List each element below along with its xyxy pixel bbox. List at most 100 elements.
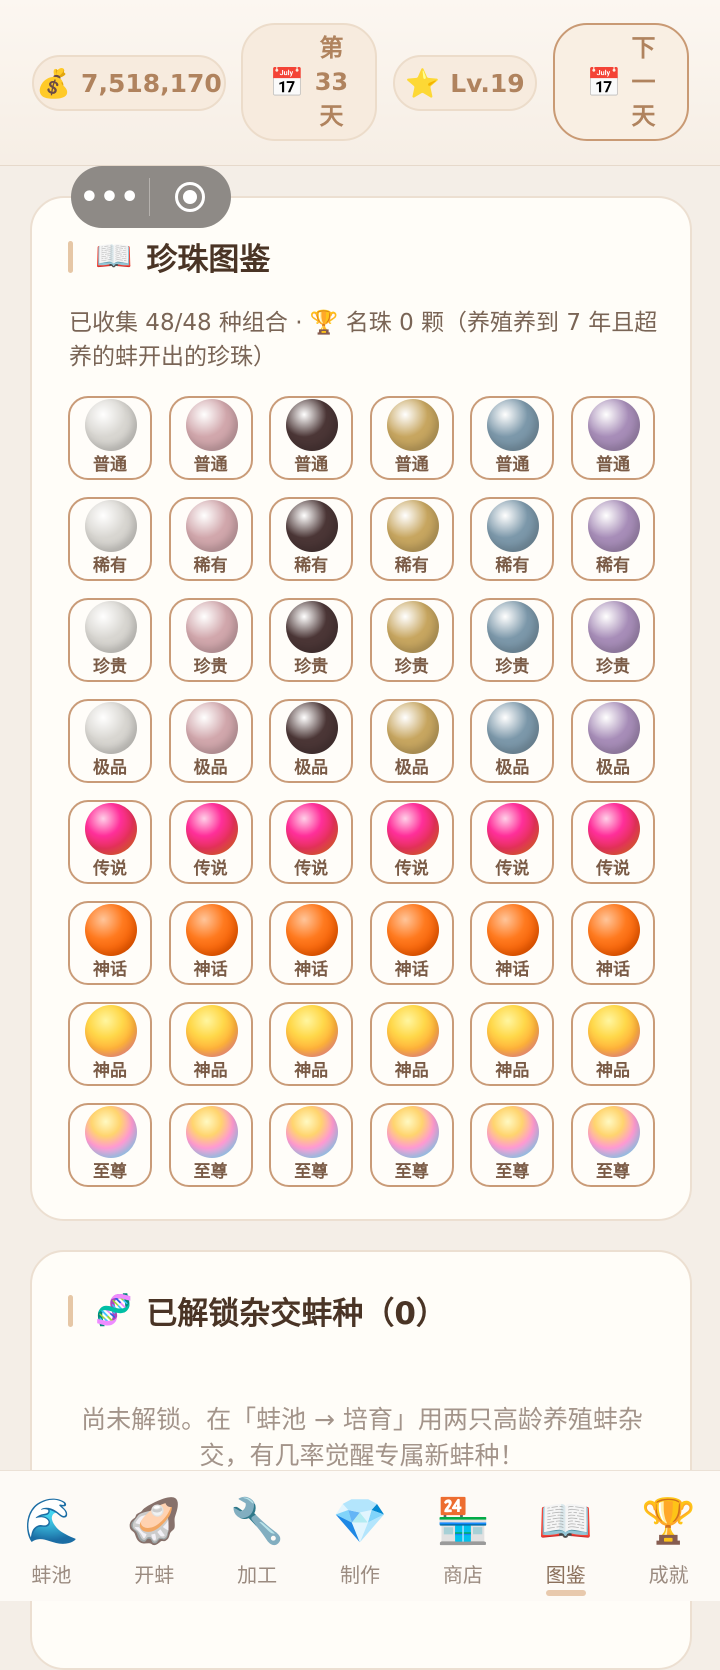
- pearl-cell[interactable]: 神话: [570, 901, 655, 985]
- nav-label: 加工: [237, 1563, 278, 1587]
- pearl-cell[interactable]: 神品: [269, 1002, 354, 1086]
- pearl-cell[interactable]: 神话: [168, 901, 253, 985]
- pearl-icon: [85, 399, 137, 451]
- pearl-cell[interactable]: 稀有: [570, 497, 655, 581]
- collection-summary: 已收集 48/48 种组合 · 🏆 名珠 0 颗（养殖养到 7 年且超养的蚌开出…: [69, 310, 658, 370]
- nav-icon: 🦪: [126, 1496, 182, 1547]
- pearl-cell[interactable]: 传说: [470, 800, 555, 884]
- pearl-cell[interactable]: 普通: [570, 396, 655, 480]
- pearl-icon: [185, 1106, 238, 1158]
- pearl-icon: [386, 399, 439, 451]
- pearl-tier-label: 普通: [294, 455, 329, 475]
- pearl-tier-label: 普通: [394, 455, 429, 475]
- pearl-tier-label: 稀有: [294, 556, 329, 576]
- more-menu-button[interactable]: •••: [71, 180, 149, 215]
- pearl-cell[interactable]: 神品: [369, 1002, 454, 1086]
- pearl-cell[interactable]: 神话: [470, 901, 555, 985]
- pearl-icon: [185, 1005, 238, 1057]
- pearl-cell[interactable]: 传说: [269, 800, 354, 884]
- player-level: ⭐ Lv.19: [393, 55, 537, 111]
- nav-item-1[interactable]: 🦪 开蚌: [103, 1471, 206, 1601]
- pearl-cell[interactable]: 极品: [168, 699, 253, 783]
- pearl-cell[interactable]: 传说: [369, 800, 454, 884]
- pearl-encyclopedia-card: 📖 珍珠图鉴 已收集 48/48 种组合 · 🏆 名珠 0 颗（养殖养到 7 年…: [30, 196, 692, 1221]
- coin-balance: 💰 7,518,170: [32, 55, 226, 111]
- pearl-cell[interactable]: 至尊: [269, 1103, 354, 1187]
- pearl-cell[interactable]: 普通: [168, 396, 253, 480]
- nav-item-4[interactable]: 🏪 商店: [411, 1471, 514, 1601]
- pearl-cell[interactable]: 神话: [269, 901, 354, 985]
- pearl-tier-label: 稀有: [394, 556, 429, 576]
- pearl-tier-label: 神话: [595, 960, 630, 980]
- pearl-cell[interactable]: 稀有: [269, 497, 354, 581]
- pearl-cell[interactable]: 至尊: [570, 1103, 655, 1187]
- pearl-icon: [286, 1005, 339, 1057]
- pearl-cell[interactable]: 极品: [68, 699, 152, 783]
- section-title: 🧬 已解锁杂交蚌种（0）: [68, 1288, 447, 1333]
- pearl-cell[interactable]: 普通: [369, 396, 454, 480]
- pearl-cell[interactable]: 至尊: [68, 1103, 152, 1187]
- pearl-cell[interactable]: 珍贵: [269, 598, 354, 682]
- nav-item-6[interactable]: 🏆 成就: [617, 1471, 720, 1601]
- pearl-icon: [85, 500, 137, 552]
- pearl-cell[interactable]: 极品: [369, 699, 454, 783]
- pearl-cell[interactable]: 极品: [570, 699, 655, 783]
- pearl-icon: [487, 904, 540, 956]
- pearl-icon: [185, 803, 238, 855]
- pearl-cell[interactable]: 神品: [570, 1002, 655, 1086]
- pearl-cell[interactable]: 至尊: [168, 1103, 253, 1187]
- pearl-tier-label: 神品: [294, 1061, 329, 1081]
- nav-label: 商店: [442, 1563, 483, 1587]
- pearl-cell[interactable]: 至尊: [369, 1103, 454, 1187]
- close-miniprogram-button[interactable]: [150, 182, 230, 212]
- pearl-tier-label: 极品: [93, 758, 127, 778]
- pearl-tier-label: 神品: [394, 1061, 429, 1081]
- next-day-button[interactable]: 📅 下 一 天: [553, 23, 689, 141]
- pearl-cell[interactable]: 稀有: [369, 497, 454, 581]
- pearl-tier-label: 神话: [193, 960, 228, 980]
- pearl-icon: [185, 500, 238, 552]
- nav-item-5[interactable]: 📖 图鉴: [514, 1471, 617, 1601]
- calendar-icon: 📅: [269, 65, 305, 99]
- nav-item-3[interactable]: 💎 制作: [309, 1471, 412, 1601]
- pearl-cell[interactable]: 珍贵: [570, 598, 655, 682]
- pearl-tier-label: 普通: [595, 455, 630, 475]
- nav-label: 开蚌: [134, 1563, 175, 1587]
- target-icon: [175, 182, 205, 212]
- pearl-cell[interactable]: 传说: [570, 800, 655, 884]
- pearl-cell[interactable]: 稀有: [68, 497, 152, 581]
- pearl-cell[interactable]: 至尊: [470, 1103, 555, 1187]
- pearl-cell[interactable]: 极品: [470, 699, 555, 783]
- pearl-cell[interactable]: 神话: [68, 901, 152, 985]
- pearl-tier-label: 极品: [495, 758, 530, 778]
- pearl-tier-label: 传说: [394, 859, 429, 879]
- level-value: Lv.19: [450, 68, 525, 98]
- pearl-tier-label: 传说: [93, 859, 127, 879]
- pearl-icon: [587, 399, 640, 451]
- pearl-cell[interactable]: 神品: [168, 1002, 253, 1086]
- pearl-cell[interactable]: 神品: [68, 1002, 152, 1086]
- pearl-icon: [85, 904, 137, 956]
- next-day-char: 下: [631, 34, 656, 62]
- pearl-cell[interactable]: 稀有: [168, 497, 253, 581]
- pearl-cell[interactable]: 普通: [470, 396, 555, 480]
- pearl-cell[interactable]: 神话: [369, 901, 454, 985]
- pearl-cell[interactable]: 稀有: [470, 497, 555, 581]
- pearl-cell[interactable]: 传说: [168, 800, 253, 884]
- pearl-cell[interactable]: 珍贵: [168, 598, 253, 682]
- pearl-cell[interactable]: 珍贵: [470, 598, 555, 682]
- pearl-cell[interactable]: 珍贵: [68, 598, 152, 682]
- nav-item-0[interactable]: 🌊 蚌池: [0, 1471, 103, 1601]
- pearl-icon: [185, 904, 238, 956]
- pearl-cell[interactable]: 传说: [68, 800, 152, 884]
- pearl-tier-label: 极品: [394, 758, 429, 778]
- pearl-tier-label: 神话: [394, 960, 429, 980]
- pearl-cell[interactable]: 普通: [269, 396, 354, 480]
- pearl-cell[interactable]: 神品: [470, 1002, 555, 1086]
- nav-item-2[interactable]: 🔧 加工: [206, 1471, 309, 1601]
- pearl-cell[interactable]: 珍贵: [369, 598, 454, 682]
- pearl-cell[interactable]: 极品: [269, 699, 354, 783]
- pearl-cell[interactable]: 普通: [68, 396, 152, 480]
- pearl-tier-label: 稀有: [595, 556, 630, 576]
- pearl-icon: [286, 399, 339, 451]
